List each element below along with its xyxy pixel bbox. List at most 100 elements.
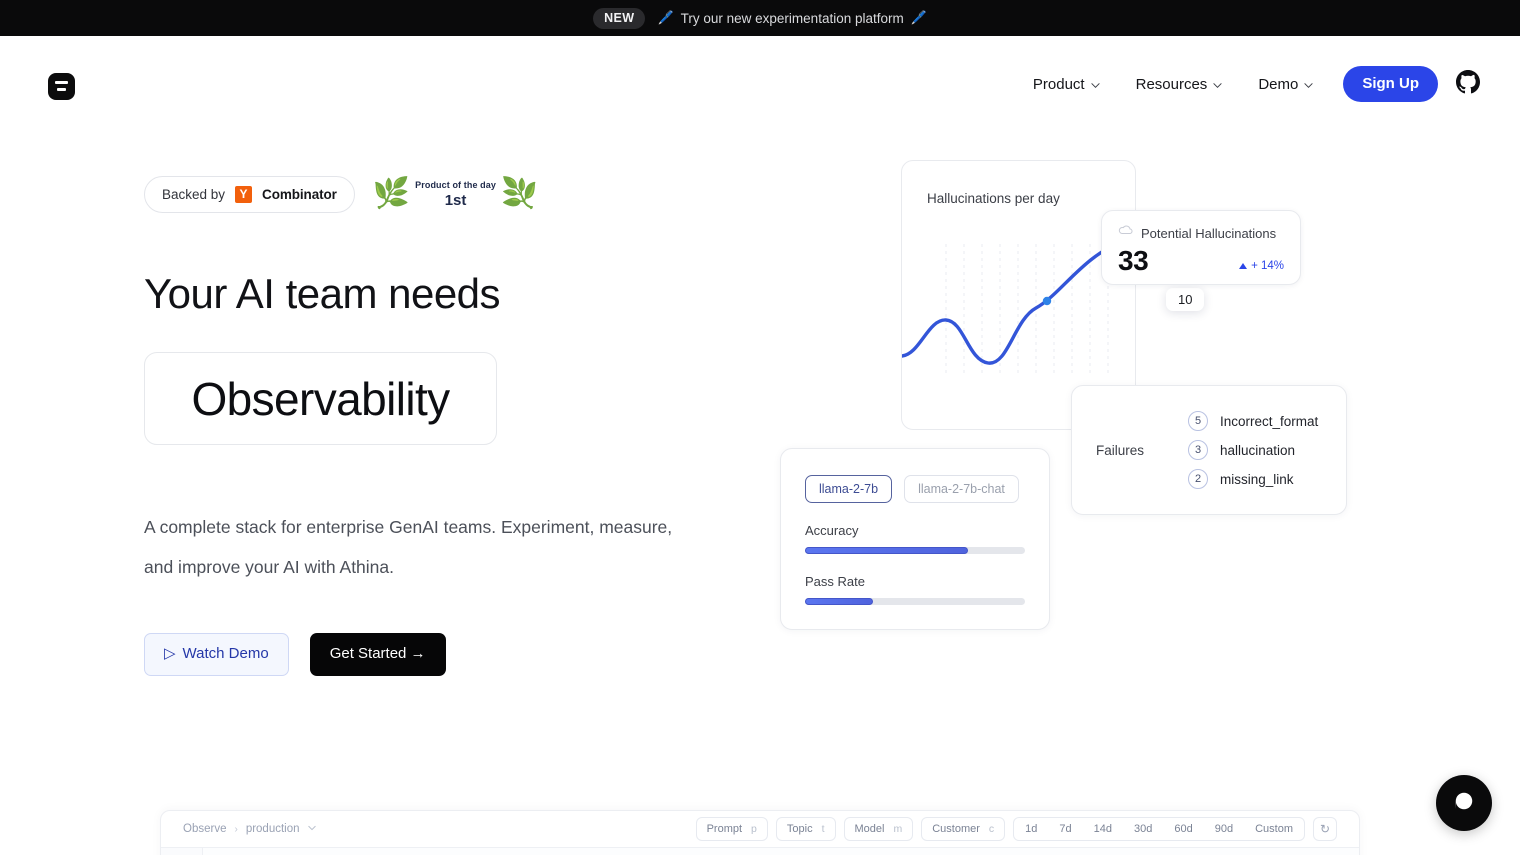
nav-links: Product Resources Demo Sign Up — [1015, 66, 1480, 102]
nav-item-product[interactable]: Product — [1015, 68, 1118, 101]
pencil-icon-left: 🖊️ — [657, 10, 674, 25]
table-body — [203, 848, 1359, 855]
filter-prompt[interactable]: Prompt p — [695, 817, 768, 841]
hero-cta-row: ▷ Watch Demo Get Started → — [144, 633, 764, 676]
play-icon: ▷ — [164, 645, 176, 662]
breadcrumb[interactable]: Observe › production — [183, 823, 316, 835]
filter-model[interactable]: Model m — [843, 817, 914, 841]
yc-badge-brand: Combinator — [262, 186, 337, 202]
filter-topic-label: Topic — [786, 823, 813, 835]
failures-list: 5 Incorrect_format 3 hallucination 2 mis… — [1188, 411, 1318, 489]
time-range-custom[interactable]: Custom — [1244, 818, 1304, 840]
athina-logo[interactable] — [48, 72, 75, 100]
filter-customer-label: Customer — [932, 823, 980, 835]
failure-name: missing_link — [1220, 471, 1294, 487]
model-metrics-card: llama-2-7b llama-2-7b-chat Accuracy Pass… — [780, 448, 1050, 630]
refresh-icon[interactable]: ↻ — [1313, 817, 1337, 841]
kpi-delta-label: + 14% — [1251, 260, 1284, 272]
chat-bubble-button[interactable] — [1436, 775, 1492, 831]
logo-bar-top — [55, 81, 68, 84]
pass-rate-bar-fill — [805, 598, 874, 605]
yc-badge-prefix: Backed by — [162, 186, 226, 202]
chart-title: Hallucinations per day — [927, 191, 1060, 206]
filter-topic[interactable]: Topic t — [775, 817, 836, 841]
pencil-icon-right: 🖊️ — [910, 10, 927, 25]
laurel-right-icon: 🌿 — [500, 177, 539, 210]
yc-badge[interactable]: Backed by Y Combinator — [144, 175, 355, 213]
chevron-down-icon — [1091, 81, 1100, 90]
time-range-14d[interactable]: 14d — [1083, 818, 1123, 840]
filter-model-key: m — [893, 823, 903, 835]
time-range-1d[interactable]: 1d — [1014, 818, 1048, 840]
filter-topic-key: t — [821, 823, 825, 835]
nav-item-resources[interactable]: Resources — [1118, 68, 1241, 101]
product-hunt-rank: 1st — [444, 191, 467, 209]
hero-badges: Backed by Y Combinator 🌿 Product of the … — [144, 170, 764, 218]
rotating-word-box: Observability — [144, 352, 497, 445]
kpi-label: Potential Hallucinations — [1141, 225, 1277, 241]
nav-item-resources-label: Resources — [1135, 75, 1208, 93]
kpi-delta: + 14% — [1239, 260, 1284, 277]
chat-bubble-icon — [1453, 790, 1475, 817]
filter-customer-key: c — [988, 823, 995, 835]
chart-tooltip: 10 — [1166, 288, 1205, 311]
y-combinator-icon: Y — [235, 185, 253, 203]
kpi-value-row: 33 + 14% — [1102, 243, 1300, 277]
breadcrumb-root[interactable]: Observe — [183, 823, 226, 835]
nav-item-demo[interactable]: Demo — [1240, 68, 1331, 101]
list-item: 5 Incorrect_format — [1188, 411, 1318, 431]
main-navbar: Product Resources Demo Sign Up — [0, 36, 1520, 132]
announcement-banner[interactable]: NEW 🖊️ Try our new experimentation platf… — [0, 0, 1520, 36]
hero-left-column: Backed by Y Combinator 🌿 Product of the … — [144, 170, 764, 676]
breadcrumb-current[interactable]: production — [246, 823, 300, 835]
chevron-down-icon — [1213, 81, 1222, 90]
filter-model-label: Model — [854, 823, 885, 835]
failure-count-badge: 2 — [1188, 469, 1208, 489]
time-range-7d[interactable]: 7d — [1048, 818, 1082, 840]
time-range-90d[interactable]: 90d — [1204, 818, 1244, 840]
time-range-group: 1d 7d 14d 30d 60d 90d Custom — [1013, 817, 1305, 841]
hero-illustration: Hallucinations per day 10 Potential Hall… — [760, 140, 1400, 660]
model-chip-group: llama-2-7b llama-2-7b-chat — [805, 475, 1025, 503]
failure-count-badge: 3 — [1188, 440, 1208, 460]
nav-item-demo-label: Demo — [1258, 75, 1299, 93]
time-range-30d[interactable]: 30d — [1123, 818, 1163, 840]
table-gutter — [161, 848, 203, 855]
dashboard-preview: Observe › production Prompt p Topic t Mo… — [160, 810, 1360, 855]
page-title: Your AI team needs — [144, 270, 501, 317]
banner-message: 🖊️ Try our new experimentation platform … — [657, 10, 926, 26]
nav-item-product-label: Product — [1032, 75, 1085, 93]
product-hunt-badge[interactable]: 🌿 Product of the day 1st 🌿 — [372, 177, 539, 210]
time-range-60d[interactable]: 60d — [1163, 818, 1203, 840]
chevron-down-icon — [1304, 81, 1313, 90]
laurel-left-icon: 🌿 — [372, 177, 411, 210]
get-started-button[interactable]: Get Started → — [309, 633, 446, 676]
accuracy-bar-fill — [805, 547, 968, 554]
list-item: 2 missing_link — [1188, 469, 1318, 489]
failure-name: hallucination — [1220, 442, 1296, 458]
product-hunt-badge-text: Product of the day 1st — [413, 180, 498, 209]
trend-up-icon — [1239, 263, 1248, 269]
filter-prompt-key: p — [751, 823, 757, 835]
sign-up-button[interactable]: Sign Up — [1343, 66, 1438, 102]
failure-name: Incorrect_format — [1220, 413, 1319, 429]
model-chip-llama-2-7b[interactable]: llama-2-7b — [805, 475, 893, 503]
kpi-value: 33 — [1118, 245, 1149, 276]
failures-label: Failures — [1096, 442, 1145, 458]
hero-subtitle: A complete stack for enterprise GenAI te… — [144, 517, 673, 577]
banner-new-pill: NEW — [593, 7, 646, 29]
banner-message-text: Try our new experimentation platform — [680, 10, 904, 26]
failures-card: Failures 5 Incorrect_format 3 hallucinat… — [1071, 385, 1347, 515]
dashboard-filters: Prompt p Topic t Model m Customer c 1d 7… — [695, 817, 1337, 841]
filter-customer[interactable]: Customer c — [921, 817, 1006, 841]
github-icon[interactable] — [1456, 69, 1480, 99]
cloud-icon — [1118, 223, 1133, 243]
list-item: 3 hallucination — [1188, 440, 1318, 460]
kpi-header: Potential Hallucinations — [1102, 211, 1300, 243]
chevron-down-icon[interactable] — [307, 823, 316, 835]
accuracy-bar-track — [805, 547, 1025, 554]
product-hunt-title: Product of the day — [415, 179, 496, 190]
model-chip-llama-2-7b-chat[interactable]: llama-2-7b-chat — [904, 475, 1019, 503]
watch-demo-button[interactable]: ▷ Watch Demo — [144, 633, 289, 676]
failure-count-badge: 5 — [1188, 411, 1208, 431]
